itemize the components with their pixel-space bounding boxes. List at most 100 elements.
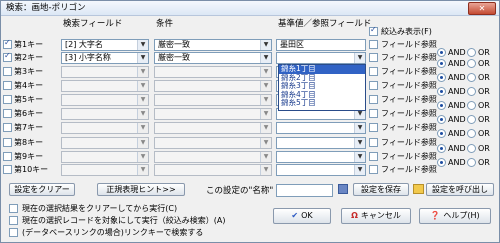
condition-select[interactable]: ▼ bbox=[154, 151, 272, 163]
chevron-down-icon: ▼ bbox=[260, 138, 271, 148]
search-key-row: 第1キー [2] 大字名 ▼ 厳密一致 ▼ 墨田区 フィールド参照 AND OR bbox=[1, 38, 499, 57]
condition-value: 厳密一致 bbox=[158, 53, 190, 62]
regex-hint-button[interactable]: 正規表現ヒント>> bbox=[97, 183, 185, 196]
value-dropdown-list[interactable]: 錦糸1丁目 錦糸2丁目 錦糸3丁目 錦糸4丁目 錦糸5丁目 bbox=[278, 64, 366, 111]
field-reference-checkbox[interactable] bbox=[369, 123, 378, 132]
setting-name-input[interactable] bbox=[276, 184, 333, 197]
condition-select[interactable]: 厳密一致 ▼ bbox=[154, 39, 272, 51]
chevron-down-icon: ▼ bbox=[260, 53, 271, 63]
field-reference-label: フィールド参照 bbox=[381, 81, 437, 90]
field-reference-checkbox[interactable] bbox=[369, 109, 378, 118]
field-reference-checkbox[interactable] bbox=[369, 95, 378, 104]
search-key-row: 第5キー ▼ ▼ ▼ フィールド参照 AND OR bbox=[1, 94, 499, 110]
search-field-select[interactable]: [2] 大字名 ▼ bbox=[61, 39, 149, 51]
chevron-down-icon: ▼ bbox=[137, 152, 148, 162]
field-reference-label: フィールド参照 bbox=[381, 165, 437, 174]
load-settings-button[interactable]: 設定を呼び出し bbox=[426, 183, 494, 196]
key-checkbox[interactable] bbox=[3, 138, 12, 147]
field-reference-checkbox[interactable] bbox=[369, 81, 378, 90]
value-select[interactable]: ▼ bbox=[276, 52, 366, 64]
cancel-button[interactable]: Ω キャンセル bbox=[341, 208, 411, 224]
option-checkbox[interactable] bbox=[9, 216, 18, 225]
search-field-select[interactable]: ▼ bbox=[61, 137, 149, 149]
search-field-select[interactable]: ▼ bbox=[61, 108, 149, 120]
chevron-down-icon: ▼ bbox=[260, 109, 271, 119]
field-reference-label: フィールド参照 bbox=[381, 67, 437, 76]
search-key-row: 第10キー ▼ ▼ ▼ フィールド参照 bbox=[1, 164, 499, 177]
chevron-down-icon: ▼ bbox=[260, 81, 271, 91]
condition-select[interactable]: ▼ bbox=[154, 122, 272, 134]
folder-icon bbox=[413, 184, 424, 194]
key-label: 第3キー bbox=[14, 67, 44, 76]
key-label: 第10キー bbox=[14, 165, 49, 174]
value-select[interactable]: ▼ bbox=[276, 137, 366, 149]
option-checkbox[interactable] bbox=[9, 228, 18, 237]
key-checkbox[interactable] bbox=[3, 165, 12, 174]
search-dialog: 検索：画地-ポリゴン ✕ 検索フィールド 条件 基準値／参照フィールド 絞込み表… bbox=[0, 0, 500, 243]
search-field-select[interactable]: ▼ bbox=[61, 94, 149, 106]
option-label: 現在の選択結果をクリアーしてから実行(C) bbox=[22, 204, 178, 213]
condition-select[interactable]: ▼ bbox=[154, 164, 272, 176]
key-checkbox[interactable] bbox=[3, 67, 12, 76]
condition-select[interactable]: ▼ bbox=[154, 66, 272, 78]
help-label: ヘルプ(H) bbox=[443, 211, 480, 220]
option-checkbox[interactable] bbox=[9, 204, 18, 213]
chevron-down-icon: ▼ bbox=[137, 165, 148, 175]
search-key-row: 第6キー ▼ ▼ ▼ フィールド参照 AND OR bbox=[1, 108, 499, 124]
field-reference-label: フィールド参照 bbox=[381, 152, 437, 161]
field-reference-checkbox[interactable] bbox=[369, 165, 378, 174]
search-key-row: 第8キー ▼ ▼ ▼ フィールド参照 AND OR bbox=[1, 137, 499, 153]
search-field-select[interactable]: ▼ bbox=[61, 80, 149, 92]
chevron-down-icon: ▼ bbox=[260, 95, 271, 105]
dropdown-option[interactable]: 錦糸5丁目 bbox=[279, 99, 365, 108]
value-select[interactable]: ▼ bbox=[276, 122, 366, 134]
condition-select[interactable]: ▼ bbox=[154, 108, 272, 120]
condition-select[interactable]: ▼ bbox=[154, 80, 272, 92]
search-field-select[interactable]: [3] 小字名称 ▼ bbox=[61, 52, 149, 64]
key-checkbox[interactable] bbox=[3, 123, 12, 132]
condition-select[interactable]: ▼ bbox=[154, 137, 272, 149]
search-field-value: [3] 小字名称 bbox=[65, 53, 111, 62]
value-input-text: 墨田区 bbox=[280, 40, 304, 49]
search-key-row: 第2キー [3] 小字名称 ▼ 厳密一致 ▼ ▼ フィールド参照 AND OR bbox=[1, 51, 499, 68]
clear-settings-button[interactable]: 設定をクリアー bbox=[9, 183, 75, 196]
field-reference-checkbox[interactable] bbox=[369, 138, 378, 147]
key-label: 第9キー bbox=[14, 152, 44, 161]
value-select[interactable]: ▼ bbox=[276, 164, 366, 176]
help-button[interactable]: ❓ ヘルプ(H) bbox=[419, 208, 491, 224]
key-checkbox[interactable] bbox=[3, 51, 12, 62]
field-reference-checkbox[interactable] bbox=[369, 53, 378, 62]
search-field-select[interactable]: ▼ bbox=[61, 122, 149, 134]
key-checkbox[interactable] bbox=[3, 38, 12, 49]
value-select[interactable]: ▼ bbox=[276, 151, 366, 163]
key-checkbox[interactable] bbox=[3, 81, 12, 90]
key-checkbox[interactable] bbox=[3, 95, 12, 104]
close-button[interactable]: ✕ bbox=[468, 2, 496, 15]
key-checkbox[interactable] bbox=[3, 152, 12, 161]
field-reference-checkbox[interactable] bbox=[369, 152, 378, 161]
key-label: 第1キー bbox=[14, 40, 44, 49]
search-field-select[interactable]: ▼ bbox=[61, 164, 149, 176]
condition-select[interactable]: 厳密一致 ▼ bbox=[154, 52, 272, 64]
field-reference-checkbox[interactable] bbox=[369, 67, 378, 76]
search-key-row: 第3キー ▼ ▼ ▼ フィールド参照 AND OR bbox=[1, 66, 499, 82]
chevron-down-icon: ▼ bbox=[137, 138, 148, 148]
search-field-select[interactable]: ▼ bbox=[61, 66, 149, 78]
chevron-down-icon: ▼ bbox=[137, 95, 148, 105]
condition-select[interactable]: ▼ bbox=[154, 94, 272, 106]
ok-button[interactable]: ✔ OK bbox=[273, 208, 331, 224]
key-label: 第4キー bbox=[14, 81, 44, 90]
checkmark-icon: ✔ bbox=[291, 211, 299, 220]
field-reference-label: フィールド参照 bbox=[381, 109, 437, 118]
key-checkbox[interactable] bbox=[3, 109, 12, 118]
chevron-down-icon: ▼ bbox=[354, 165, 365, 175]
search-field-select[interactable]: ▼ bbox=[61, 151, 149, 163]
chevron-down-icon: ▼ bbox=[354, 138, 365, 148]
save-settings-button[interactable]: 設定を保存 bbox=[353, 183, 409, 196]
search-key-row: 第7キー ▼ ▼ ▼ フィールド参照 AND OR bbox=[1, 122, 499, 138]
header-field: 検索フィールド bbox=[63, 19, 123, 29]
narrow-display-checkbox[interactable] bbox=[369, 25, 378, 36]
value-input[interactable]: 墨田区 bbox=[276, 39, 366, 51]
field-reference-checkbox[interactable] bbox=[369, 40, 378, 49]
chevron-down-icon: ▼ bbox=[260, 67, 271, 77]
